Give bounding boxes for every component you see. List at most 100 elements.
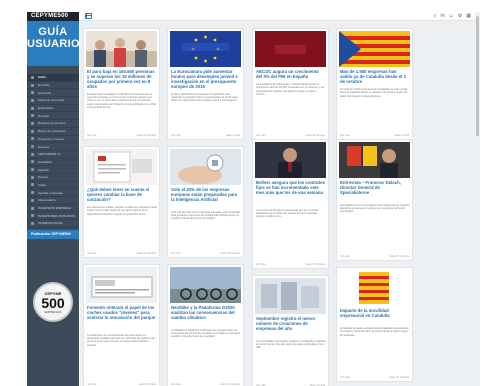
news-title[interactable]: Entrevista – Francesc Dalach, Director G… — [340, 180, 410, 196]
news-image[interactable] — [255, 31, 326, 67]
sidebar-item-label: El índice — [38, 83, 50, 88]
sidebar-item-label: Directorio — [38, 90, 52, 95]
news-image[interactable] — [255, 142, 326, 178]
grid-icon[interactable]: ▦ — [466, 13, 471, 20]
sidebar: CEPYME500 GUÍA USUARIO Inicio El índice Di… — [27, 12, 80, 386]
news-image[interactable] — [170, 267, 241, 303]
news-card[interactable]: Solo el 20% de las empresas europeas est… — [167, 146, 244, 258]
sidebar-item[interactable]: Prensa — [27, 174, 79, 182]
news-card[interactable]: Bellver asegura que los contratos fijos … — [252, 139, 329, 269]
read-more-link[interactable]: Ver más — [87, 252, 97, 255]
menu-item-icon — [31, 91, 34, 95]
news-title[interactable]: La Eurocámara pide aumentar fondos para … — [171, 69, 241, 90]
read-more-link[interactable]: Ver más — [87, 134, 97, 137]
news-title[interactable]: Septiembre registra el menor número de c… — [256, 316, 326, 332]
sidebar-item[interactable]: Proyectos y fondos — [27, 136, 79, 144]
sidebar-item-label: INVERSORES PRIVADOS — [38, 213, 75, 218]
news-card[interactable]: El paro baja en 160.600 personas y se su… — [83, 28, 160, 140]
news-title[interactable]: AECOC augura un crecimiento del 3% del P… — [256, 69, 326, 80]
news-card[interactable]: Entrevista – Francesc Dalach, Director G… — [336, 139, 413, 261]
news-excerpt: El pleno del Parlamento Europeo ha aprob… — [171, 92, 238, 103]
news-title[interactable]: Impacto de la movilidad empresarial en C… — [340, 308, 410, 319]
sidebar-item-label: Entrevistas — [38, 106, 54, 111]
sidebar-item[interactable]: Vídeo — [27, 182, 79, 190]
news-card[interactable]: Impacto de la movilidad empresarial en C… — [336, 267, 413, 382]
menu-item-icon — [31, 83, 34, 87]
sidebar-item[interactable]: Eventos — [27, 143, 79, 151]
sidebar-item-label: Inicio — [38, 75, 47, 80]
read-more-link[interactable]: Ver más — [171, 252, 181, 255]
search-icon[interactable]: ⌕ — [434, 13, 437, 20]
news-image[interactable] — [339, 31, 410, 67]
news-title[interactable]: Solo el 20% de las empresas europeas est… — [171, 187, 241, 203]
news-title[interactable]: ¿Qué debes tener en cuenta si quieres ca… — [87, 187, 157, 203]
news-title[interactable]: Nextbike y la Plataforma G2020 analizan … — [171, 305, 241, 321]
sidebar-item-label: Noticias — [38, 113, 50, 118]
read-more-link[interactable]: Ver más — [171, 134, 181, 137]
news-card[interactable]: Más de 1.500 empresas han salido ya de C… — [336, 28, 413, 140]
scrollbar[interactable] — [475, 12, 480, 386]
news-timestamp: Hace 33 minutos — [220, 252, 240, 255]
news-image[interactable] — [86, 149, 157, 185]
news-image[interactable] — [339, 270, 410, 306]
logo[interactable]: GUÍA USUARIO — [27, 21, 80, 66]
sidebar-item[interactable]: Observatorio — [27, 197, 79, 205]
sidebar-item[interactable]: Inicio — [27, 74, 79, 82]
read-more-link[interactable]: Ver más — [256, 263, 266, 266]
news-title[interactable]: El paro baja en 160.600 personas y se su… — [87, 69, 157, 90]
settings-icon[interactable]: ⚙ — [458, 13, 462, 20]
news-timestamp: Hace 57 minutos — [389, 376, 409, 379]
menu-item-icon — [31, 121, 34, 125]
sidebar-item[interactable]: Banco de empresas — [27, 128, 79, 136]
publication-button[interactable]: Publicación CEPYME500 — [27, 229, 79, 239]
sidebar-item[interactable]: Directorio — [27, 89, 79, 98]
read-more-link[interactable]: Ver más — [340, 376, 350, 379]
sidebar-item[interactable]: Ranking de premios — [27, 120, 79, 128]
menu-item-icon — [31, 160, 34, 164]
news-image[interactable] — [170, 149, 241, 185]
news-title[interactable]: Más de 1.500 empresas han salido ya de C… — [340, 69, 410, 85]
sidebar-item[interactable]: Actualidad — [27, 159, 79, 167]
news-footer: Ver más Hace 23 minutos — [256, 134, 325, 137]
read-more-link[interactable]: Ver más — [340, 134, 350, 137]
sidebar-item[interactable]: El índice — [27, 82, 79, 90]
news-card[interactable]: ¿Qué debes tener en cuenta si quieres ca… — [83, 146, 160, 258]
notification-icon[interactable]: ✉ — [440, 13, 444, 20]
news-card[interactable]: Septiembre registra el menor número de c… — [252, 275, 329, 386]
scrollbar-thumb[interactable] — [476, 16, 479, 136]
sidebar-item[interactable]: INTERNACIONAL — [27, 220, 79, 228]
menu-item-icon — [31, 75, 34, 79]
news-image[interactable] — [255, 278, 326, 314]
sidebar-item[interactable]: Agenda — [27, 166, 79, 174]
news-card[interactable]: La Eurocámara pide aumentar fondos para … — [167, 28, 244, 140]
news-excerpt: Solo una de cada cinco empresas europeas… — [171, 210, 240, 221]
news-footer: Ver más Hace 1 hora — [171, 134, 240, 137]
sidebar-item[interactable]: Ayudas empresas — [27, 189, 79, 197]
news-grid: El paro baja en 160.600 personas y se su… — [80, 21, 475, 386]
sidebar-item[interactable]: CEPYME500 TV — [27, 151, 79, 159]
news-image[interactable] — [339, 142, 410, 178]
top-bar: ⌕ ✉ ☺ ⚙ ▦ — [79, 12, 475, 21]
menu-toggle-icon[interactable] — [85, 13, 92, 19]
news-card[interactable]: Fomento reiterará el papel de los coches… — [83, 264, 160, 386]
news-image[interactable] — [86, 267, 157, 303]
sidebar-item[interactable]: Mapa de empresas — [27, 97, 79, 105]
user-icon[interactable]: ☺ — [449, 13, 454, 20]
sidebar-item[interactable]: Noticias — [27, 112, 79, 121]
sidebar-item[interactable]: INVERSORES PRIVADOS — [27, 212, 79, 221]
news-image[interactable] — [86, 31, 157, 67]
sidebar-item[interactable]: Entrevistas — [27, 105, 79, 113]
news-excerpt: Un total de 1.500 empresas han trasladad… — [340, 87, 408, 98]
sidebar-item[interactable]: INVERSIÓN EMPRESA — [27, 205, 79, 213]
news-card[interactable]: AECOC augura un crecimiento del 3% del P… — [252, 28, 329, 140]
logo-line-1: GUÍA — [38, 26, 68, 38]
menu-item-icon — [31, 137, 34, 141]
news-title[interactable]: Bellver asegura que los contratos fijos … — [256, 180, 326, 196]
menu-item-icon — [31, 198, 34, 202]
menu-item-icon — [31, 175, 34, 179]
read-more-link[interactable]: Ver más — [340, 255, 350, 258]
news-card[interactable]: Nextbike y la Plataforma G2020 analizan … — [167, 264, 244, 386]
read-more-link[interactable]: Ver más — [256, 134, 266, 137]
news-image[interactable] — [170, 31, 241, 67]
news-title[interactable]: Fomento reiterará el papel de los coches… — [87, 305, 157, 321]
